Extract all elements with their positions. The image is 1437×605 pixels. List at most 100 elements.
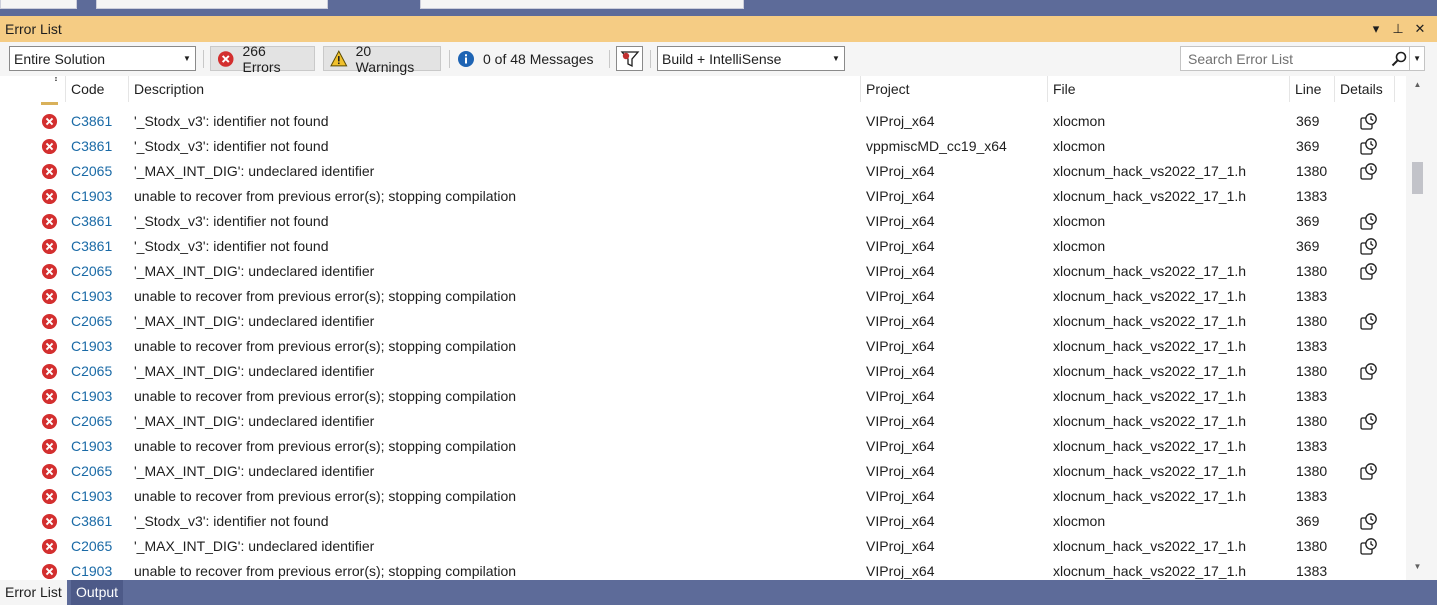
messages-filter-button[interactable]: 0 of 48 Messages bbox=[453, 46, 603, 71]
table-row[interactable]: C1903 unable to recover from previous err… bbox=[0, 559, 1406, 580]
error-icon bbox=[41, 513, 58, 530]
error-icon bbox=[41, 188, 58, 205]
search-options-dropdown-icon[interactable]: ▼ bbox=[1409, 47, 1424, 70]
error-icon bbox=[41, 213, 58, 230]
error-line: 1383 bbox=[1296, 563, 1328, 579]
error-code-link[interactable]: C3861 bbox=[71, 234, 112, 259]
table-row[interactable]: C2065 '_MAX_INT_DIG': undeclared identifi… bbox=[0, 459, 1406, 484]
column-header-file[interactable]: File bbox=[1048, 76, 1290, 102]
error-list-toolbar: Entire Solution ▼ 266 Errors 20 Warnings… bbox=[0, 42, 1437, 76]
table-row[interactable]: C2065 '_MAX_INT_DIG': undeclared identifi… bbox=[0, 359, 1406, 384]
error-project: VIProj_x64 bbox=[866, 413, 935, 429]
error-description: '_MAX_INT_DIG': undeclared identifier bbox=[134, 463, 375, 479]
table-row[interactable]: C2065 '_MAX_INT_DIG': undeclared identifi… bbox=[0, 159, 1406, 184]
bottom-tab-output[interactable]: Output bbox=[71, 580, 124, 605]
error-project: VIProj_x64 bbox=[866, 238, 935, 254]
details-icon[interactable] bbox=[1359, 412, 1379, 431]
error-project: VIProj_x64 bbox=[866, 563, 935, 579]
search-box[interactable]: ▼ bbox=[1180, 46, 1425, 71]
error-code-link[interactable]: C2065 bbox=[71, 534, 112, 559]
scope-dropdown[interactable]: Entire Solution ▼ bbox=[9, 46, 196, 71]
table-row[interactable]: C1903 unable to recover from previous err… bbox=[0, 484, 1406, 509]
details-icon[interactable] bbox=[1359, 237, 1379, 256]
column-header-project[interactable]: Project bbox=[861, 76, 1048, 102]
details-icon[interactable] bbox=[1359, 112, 1379, 131]
details-icon[interactable] bbox=[1359, 462, 1379, 481]
details-icon[interactable] bbox=[1359, 512, 1379, 531]
filter-toggle-button[interactable] bbox=[616, 46, 643, 71]
details-icon[interactable] bbox=[1359, 537, 1379, 556]
search-icon[interactable] bbox=[1389, 51, 1409, 67]
build-source-dropdown[interactable]: Build + IntelliSense ▼ bbox=[657, 46, 845, 71]
error-code-link[interactable]: C1903 bbox=[71, 434, 112, 459]
error-line: 1380 bbox=[1296, 363, 1328, 379]
error-code-link[interactable]: C1903 bbox=[71, 484, 112, 509]
scroll-up-icon[interactable]: ▲ bbox=[1412, 80, 1423, 89]
error-code-link[interactable]: C3861 bbox=[71, 109, 112, 134]
table-row[interactable]: C3861 '_Stodx_v3': identifier not found vp… bbox=[0, 134, 1406, 159]
table-row[interactable]: C1903 unable to recover from previous err… bbox=[0, 284, 1406, 309]
column-header-description[interactable]: Description bbox=[129, 76, 861, 102]
error-code-link[interactable]: C1903 bbox=[71, 559, 112, 580]
scroll-down-icon[interactable]: ▼ bbox=[1412, 562, 1423, 571]
column-header-details[interactable]: Details bbox=[1335, 76, 1395, 102]
table-row[interactable]: C3861 '_Stodx_v3': identifier not found VI… bbox=[0, 109, 1406, 134]
error-description: unable to recover from previous error(s)… bbox=[134, 338, 517, 354]
error-file: xlocnum_hack_vs2022_17_1.h bbox=[1053, 538, 1247, 554]
close-icon[interactable]: ✕ bbox=[1409, 21, 1431, 37]
error-code-link[interactable]: C2065 bbox=[71, 159, 112, 184]
window-menu-dropdown-icon[interactable]: ▾ bbox=[1365, 21, 1387, 37]
error-description: unable to recover from previous error(s)… bbox=[134, 188, 517, 204]
table-row[interactable]: C1903 unable to recover from previous err… bbox=[0, 334, 1406, 359]
bottom-tab-error-list[interactable]: Error List bbox=[0, 580, 67, 605]
error-code-link[interactable]: C3861 bbox=[71, 134, 112, 159]
details-icon[interactable] bbox=[1359, 212, 1379, 231]
search-input[interactable] bbox=[1186, 49, 1390, 68]
error-project: VIProj_x64 bbox=[866, 538, 935, 554]
error-code-link[interactable]: C1903 bbox=[71, 184, 112, 209]
error-file: xlocnum_hack_vs2022_17_1.h bbox=[1053, 313, 1247, 329]
table-row[interactable]: C3861 '_Stodx_v3': identifier not found VI… bbox=[0, 509, 1406, 534]
errors-filter-button[interactable]: 266 Errors bbox=[210, 43, 315, 75]
column-header-icon[interactable]: ⠃ bbox=[0, 76, 66, 102]
table-row[interactable]: C2065 '_MAX_INT_DIG': undeclared identifi… bbox=[0, 534, 1406, 559]
details-icon[interactable] bbox=[1359, 362, 1379, 381]
details-icon[interactable] bbox=[1359, 137, 1379, 156]
error-code-link[interactable]: C1903 bbox=[71, 284, 112, 309]
table-row[interactable]: C2065 '_MAX_INT_DIG': undeclared identifi… bbox=[0, 309, 1406, 334]
table-row[interactable]: C1903 unable to recover from previous err… bbox=[0, 384, 1406, 409]
error-file: xlocnum_hack_vs2022_17_1.h bbox=[1053, 288, 1247, 304]
error-line: 1383 bbox=[1296, 488, 1328, 504]
error-code-link[interactable]: C1903 bbox=[71, 334, 112, 359]
warnings-filter-button[interactable]: 20 Warnings bbox=[323, 43, 441, 75]
scrollbar-thumb[interactable] bbox=[1412, 162, 1423, 194]
table-row[interactable]: C3861 '_Stodx_v3': identifier not found VI… bbox=[0, 234, 1406, 259]
column-header-line[interactable]: Line bbox=[1290, 76, 1335, 102]
table-row[interactable]: C1903 unable to recover from previous err… bbox=[0, 184, 1406, 209]
error-code-link[interactable]: C2065 bbox=[71, 259, 112, 284]
details-icon[interactable] bbox=[1359, 262, 1379, 281]
error-code-link[interactable]: C2065 bbox=[71, 359, 112, 384]
table-row[interactable]: C2065 '_MAX_INT_DIG': undeclared identifi… bbox=[0, 409, 1406, 434]
error-icon bbox=[41, 238, 58, 255]
table-row[interactable]: C2065 '_MAX_INT_DIG': undeclared identifi… bbox=[0, 259, 1406, 284]
error-code-link[interactable]: C3861 bbox=[71, 509, 112, 534]
error-code-link[interactable]: C1903 bbox=[71, 384, 112, 409]
error-file: xlocnum_hack_vs2022_17_1.h bbox=[1053, 563, 1247, 579]
error-project: VIProj_x64 bbox=[866, 188, 935, 204]
pin-icon[interactable]: ⊥ bbox=[1387, 21, 1409, 37]
details-icon[interactable] bbox=[1359, 312, 1379, 331]
table-row[interactable]: C3861 '_Stodx_v3': identifier not found VI… bbox=[0, 209, 1406, 234]
vertical-scrollbar[interactable]: ▲ ▼ bbox=[1406, 76, 1437, 580]
column-header-code[interactable]: Code bbox=[66, 76, 129, 102]
error-code-link[interactable]: C2065 bbox=[71, 309, 112, 334]
error-icon bbox=[41, 263, 58, 280]
table-row[interactable]: C1903 unable to recover from previous err… bbox=[0, 434, 1406, 459]
error-code-link[interactable]: C3861 bbox=[71, 209, 112, 234]
column-chooser-icon[interactable]: ⠃ bbox=[54, 76, 61, 94]
error-code-link[interactable]: C2065 bbox=[71, 409, 112, 434]
error-code-link[interactable]: C2065 bbox=[71, 459, 112, 484]
error-line: 1380 bbox=[1296, 538, 1328, 554]
details-icon[interactable] bbox=[1359, 162, 1379, 181]
error-line: 369 bbox=[1296, 113, 1320, 129]
